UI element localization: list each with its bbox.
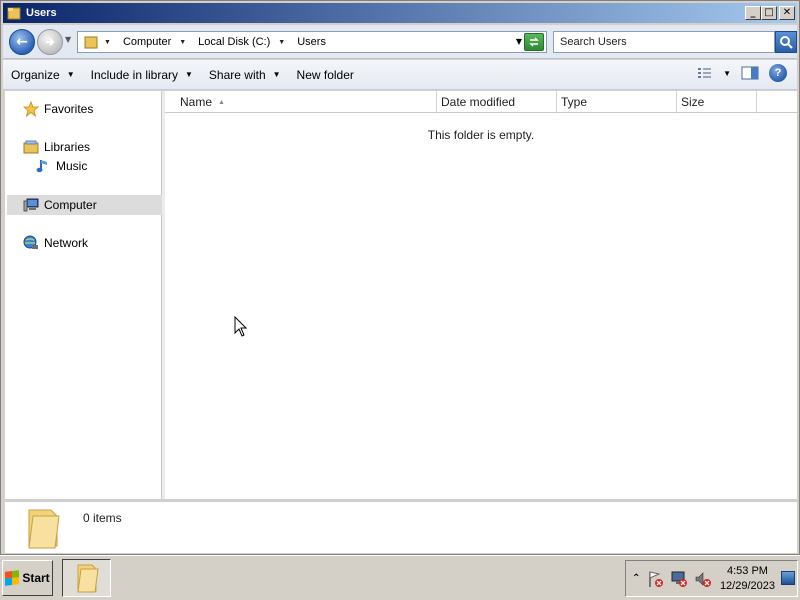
view-options-dropdown-icon[interactable]: ▼ — [723, 69, 731, 78]
column-spacer — [757, 91, 797, 113]
taskbar: Start ⌃ 4:53 PM 12/29/2023 — [0, 555, 800, 600]
breadcrumb-label: Computer — [122, 36, 172, 48]
organize-button[interactable]: Organize ▼ — [3, 63, 83, 87]
breadcrumb-computer[interactable]: Computer ▼ — [123, 36, 192, 48]
column-label: Type — [561, 95, 588, 109]
breadcrumb-label: Local Disk (C:) — [198, 36, 271, 48]
window-title: Users — [26, 7, 57, 19]
search-button[interactable] — [775, 31, 797, 53]
clock-date: 12/29/2023 — [719, 580, 775, 592]
volume-muted-icon[interactable] — [694, 569, 714, 589]
column-label: Date modified — [441, 95, 516, 109]
star-icon — [23, 101, 39, 117]
close-button[interactable]: ✕ — [779, 6, 795, 20]
mouse-cursor-icon — [234, 316, 248, 337]
window-controls: _ □ ✕ — [745, 6, 795, 20]
breadcrumb-root-arrow[interactable]: ▼ — [104, 39, 117, 46]
include-in-library-button[interactable]: Include in library ▼ — [83, 63, 201, 87]
share-with-button[interactable]: Share with ▼ — [201, 63, 289, 87]
recent-pages-dropdown-icon[interactable]: ▼ — [65, 35, 71, 44]
new-folder-label: New folder — [296, 67, 354, 82]
nav-computer[interactable]: Computer — [7, 195, 162, 215]
chevron-down-icon: ▼ — [272, 70, 281, 79]
item-count: 0 items — [83, 511, 122, 525]
nav-network[interactable]: Network — [23, 233, 88, 253]
search-input[interactable]: Search Users — [553, 31, 775, 53]
forward-button[interactable] — [37, 29, 63, 55]
folder-icon — [28, 509, 60, 549]
music-icon — [35, 158, 51, 174]
breadcrumb-users[interactable]: Users — [297, 36, 326, 48]
column-date-modified[interactable]: Date modified — [437, 91, 557, 113]
file-list[interactable]: Name ▲ Date modified Type Size This folde… — [165, 91, 797, 499]
address-bar[interactable]: ▼ Computer ▼ Local Disk (C:) ▼ Users ▼ — [77, 31, 547, 53]
folder-icon — [76, 564, 99, 593]
empty-folder-message: This folder is empty. — [427, 128, 535, 142]
folder-icon — [84, 36, 98, 49]
explorer-window: Users _ □ ✕ ← ▼ ▼ Computer ▼ Local Disk … — [0, 0, 800, 555]
taskbar-explorer-button[interactable] — [62, 559, 111, 597]
start-label: Start — [22, 571, 50, 585]
column-type[interactable]: Type — [557, 91, 677, 113]
organize-label: Organize — [11, 67, 60, 82]
column-label: Name — [180, 95, 213, 109]
address-row: ← ▼ ▼ Computer ▼ Local Disk (C:) ▼ Users… — [3, 25, 797, 59]
search-icon — [780, 36, 793, 49]
command-bar: Organize ▼ Include in library ▼ Share with… — [3, 60, 797, 90]
chevron-down-icon: ▼ — [66, 70, 75, 79]
include-in-library-label: Include in library — [90, 67, 178, 82]
column-headers: Name ▲ Date modified Type Size — [165, 91, 797, 113]
change-view-icon[interactable] — [697, 66, 713, 80]
refresh-button[interactable] — [524, 33, 544, 51]
column-size[interactable]: Size — [677, 91, 757, 113]
navigation-pane: Favorites Libraries Music Computer Netwo — [5, 91, 162, 499]
nav-label: Computer — [44, 198, 97, 212]
clock[interactable]: 4:53 PM 12/29/2023 — [720, 564, 775, 594]
column-name[interactable]: Name ▲ — [165, 91, 437, 113]
clock-time: 4:53 PM — [726, 565, 768, 577]
notification-area: ⌃ 4:53 PM 12/29/2023 — [625, 560, 798, 597]
help-icon[interactable]: ? — [769, 64, 787, 82]
view-controls: ▼ ? — [697, 64, 787, 82]
title-bar[interactable]: Users _ □ ✕ — [3, 3, 797, 23]
nav-label: Favorites — [44, 102, 94, 116]
network-icon — [23, 235, 39, 251]
breadcrumb-label: Users — [297, 36, 326, 48]
address-dropdown-icon[interactable]: ▼ — [516, 37, 522, 46]
refresh-icon — [529, 37, 539, 47]
start-button[interactable]: Start — [2, 560, 53, 596]
nav-libraries[interactable]: Libraries — [23, 137, 90, 157]
forward-arrow-icon — [46, 38, 55, 46]
share-with-label: Share with — [208, 67, 266, 82]
back-button[interactable]: ← — [9, 29, 35, 55]
computer-icon — [23, 197, 39, 213]
nav-label: Libraries — [44, 140, 91, 154]
network-status-icon[interactable] — [670, 569, 690, 589]
breadcrumb-local-disk[interactable]: Local Disk (C:) ▼ — [198, 36, 291, 48]
column-label: Size — [681, 95, 705, 109]
maximize-button[interactable]: □ — [761, 6, 777, 20]
action-center-flag-icon[interactable] — [646, 569, 666, 589]
libraries-icon — [23, 139, 39, 155]
nav-favorites[interactable]: Favorites — [23, 99, 93, 119]
preview-pane-icon[interactable] — [741, 66, 759, 80]
nav-label: Music — [56, 159, 88, 173]
folder-icon — [7, 7, 21, 20]
chevron-down-icon: ▼ — [185, 70, 193, 79]
details-pane: 0 items — [5, 501, 797, 553]
nav-music[interactable]: Music — [35, 156, 87, 176]
new-folder-button[interactable]: New folder — [289, 63, 362, 87]
sort-ascending-icon: ▲ — [218, 98, 225, 106]
show-desktop-button[interactable] — [781, 571, 795, 585]
windows-logo-icon — [5, 570, 20, 586]
minimize-button[interactable]: _ — [745, 6, 761, 20]
show-hidden-icons-button[interactable]: ⌃ — [632, 573, 640, 584]
nav-label: Network — [44, 236, 89, 250]
